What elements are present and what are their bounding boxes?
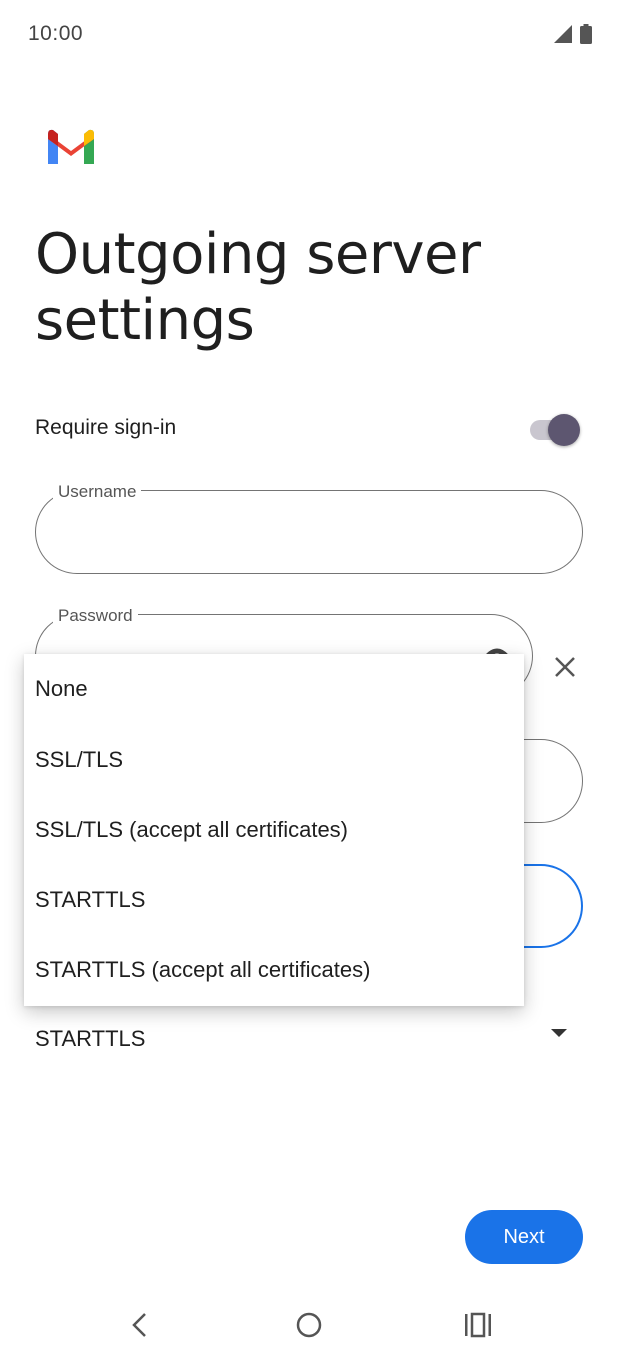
close-icon[interactable]	[553, 655, 577, 679]
status-time: 10:00	[28, 22, 84, 45]
security-dropdown-menu: None SSL/TLS SSL/TLS (accept all certifi…	[24, 654, 524, 1006]
battery-icon	[580, 24, 592, 44]
security-select[interactable]: STARTTLS	[0, 1018, 618, 1054]
dropdown-arrow-icon	[551, 1029, 567, 1037]
back-icon[interactable]	[128, 1311, 150, 1339]
require-signin-label: Require sign-in	[35, 416, 177, 439]
menu-option-starttls[interactable]: STARTTLS	[35, 880, 505, 920]
username-label: Username	[53, 482, 142, 502]
status-icons	[552, 24, 592, 44]
next-button[interactable]: Next	[465, 1210, 583, 1264]
password-label: Password	[53, 606, 138, 626]
security-selected-value: STARTTLS	[35, 1026, 146, 1051]
recents-icon[interactable]	[464, 1312, 492, 1338]
username-field[interactable]	[35, 490, 583, 574]
require-signin-toggle[interactable]	[530, 414, 580, 446]
menu-option-ssl-tls[interactable]: SSL/TLS	[35, 740, 505, 780]
gmail-logo	[48, 129, 94, 164]
menu-option-ssl-tls-accept-all[interactable]: SSL/TLS (accept all certificates)	[35, 810, 505, 850]
signal-icon	[554, 25, 572, 43]
page-title: Outgoing server settings	[35, 222, 481, 353]
menu-option-none[interactable]: None	[35, 669, 505, 709]
home-icon[interactable]	[295, 1311, 323, 1339]
menu-option-starttls-accept-all[interactable]: STARTTLS (accept all certificates)	[35, 950, 505, 990]
toggle-thumb	[548, 414, 580, 446]
